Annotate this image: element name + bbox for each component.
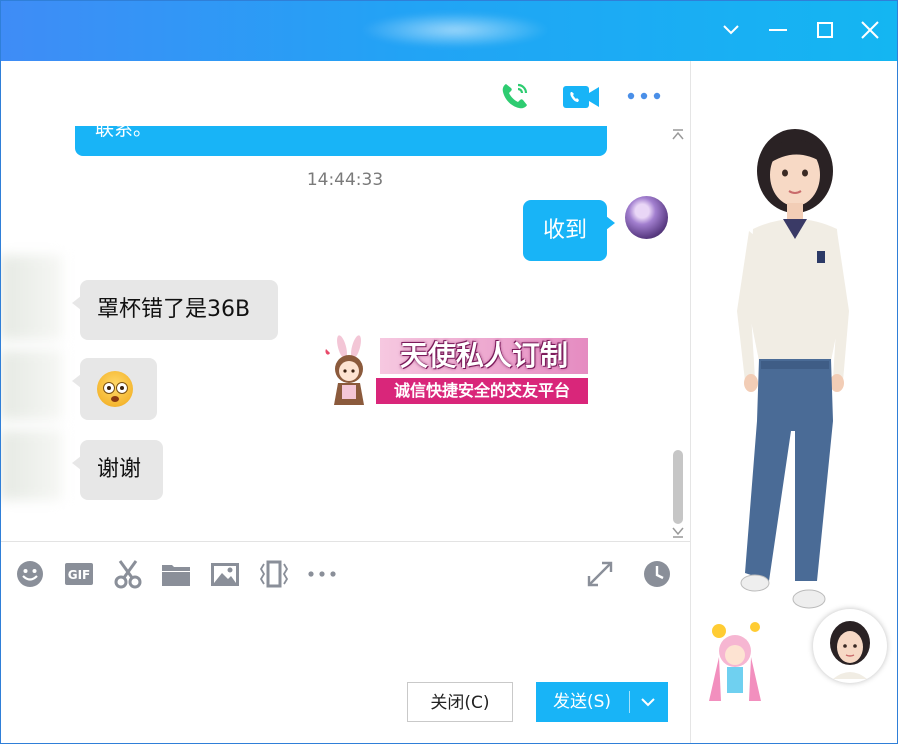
gif-icon[interactable]: GIF (63, 558, 95, 590)
blurred-avatar (0, 255, 62, 340)
message-text: 收到 (542, 218, 587, 243)
send-button[interactable]: 发送(S) (536, 682, 668, 722)
minimize-icon[interactable] (763, 15, 793, 45)
message-text: 联系。 (95, 126, 153, 140)
message-bubble-sent-partial: 联系。 (75, 126, 607, 156)
banner-subtitle: 诚信快捷安全的交友平台 (376, 378, 588, 404)
scroll-up-icon[interactable] (670, 127, 686, 141)
blurred-avatar (0, 430, 62, 500)
ad-banner[interactable]: 天使私人订制 诚信快捷安全的交友平台 (310, 335, 588, 409)
expand-icon[interactable] (584, 558, 616, 590)
avatar[interactable] (813, 609, 887, 683)
blurred-avatar (0, 350, 62, 420)
bunny-girl-mascot-icon (325, 335, 364, 405)
folder-icon[interactable] (160, 558, 192, 590)
emoji-icon[interactable] (14, 558, 46, 590)
more-icon[interactable] (306, 558, 338, 590)
history-icon[interactable] (641, 558, 673, 590)
message-input[interactable] (0, 600, 690, 670)
message-timestamp: 14:44:33 (306, 170, 384, 190)
image-icon[interactable] (209, 558, 241, 590)
divider (629, 691, 630, 713)
video-call-icon[interactable] (560, 78, 602, 118)
title-bar[interactable] (0, 0, 898, 61)
message-bubble-received[interactable]: 谢谢 (72, 440, 163, 500)
send-button-label[interactable]: 发送(S) (536, 682, 628, 722)
chevron-down-icon[interactable] (716, 15, 746, 45)
maximize-icon[interactable] (810, 15, 840, 45)
scrollbar-thumb[interactable] (673, 450, 683, 524)
chevron-down-icon[interactable] (636, 690, 660, 714)
message-text: 罩杯错了是36B (97, 297, 251, 322)
close-button[interactable]: 关闭(C) (407, 682, 513, 722)
blurred-contact-name (360, 12, 550, 48)
message-bubble-received[interactable] (72, 358, 157, 420)
message-bubble-received[interactable]: 罩杯错了是36B (72, 280, 278, 340)
chat-window: 联系。 14:44:33 收到 罩杯错了是36B 谢谢 天使私人订制 诚信快捷安… (0, 0, 898, 744)
scissors-icon[interactable] (112, 558, 144, 590)
shake-window-icon[interactable] (258, 558, 290, 590)
banner-title: 天使私人订制 (380, 338, 588, 374)
more-icon[interactable] (626, 86, 662, 110)
svg-text:GIF: GIF (68, 568, 91, 582)
close-icon[interactable] (855, 15, 885, 45)
shocked-face-emoji (97, 371, 133, 407)
message-text: 谢谢 (97, 457, 142, 482)
message-bubble-sent[interactable]: 收到 (523, 200, 615, 261)
divider (0, 541, 690, 542)
scroll-down-icon[interactable] (670, 524, 686, 538)
phone-call-icon[interactable] (497, 78, 533, 118)
avatar[interactable] (625, 196, 668, 239)
